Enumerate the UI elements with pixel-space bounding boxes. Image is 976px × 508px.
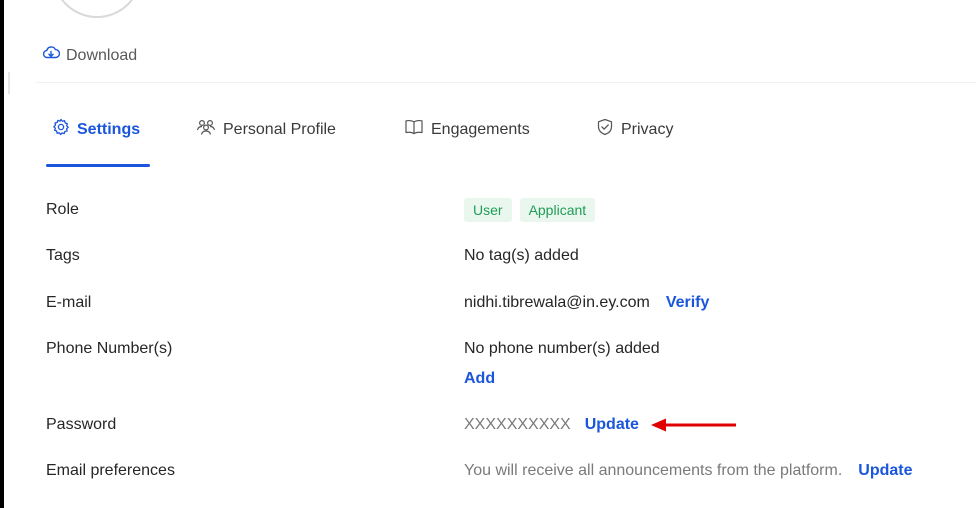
section-divider: [36, 82, 976, 83]
avatar: [52, 0, 142, 18]
tags-empty-text: No tag(s) added: [464, 247, 579, 264]
tab-engagements[interactable]: Engagements: [404, 118, 530, 141]
window-left-border: [0, 0, 4, 508]
password-value: XXXXXXXXXX Update: [464, 416, 639, 434]
email-preferences-text: You will receive all announcements from …: [464, 462, 843, 479]
role-value: User Applicant: [464, 198, 603, 222]
email-preferences-label: Email preferences: [46, 462, 175, 479]
book-icon: [404, 118, 424, 141]
download-button[interactable]: Download: [42, 44, 137, 67]
tab-personal-profile[interactable]: Personal Profile: [196, 118, 336, 141]
gear-icon: [52, 118, 70, 141]
update-password-link[interactable]: Update: [585, 416, 639, 434]
verify-email-link[interactable]: Verify: [666, 294, 710, 312]
users-icon: [196, 118, 216, 141]
email-preferences-value: You will receive all announcements from …: [464, 462, 913, 480]
role-tag-user: User: [464, 198, 512, 222]
tab-personal-profile-label: Personal Profile: [223, 120, 336, 138]
active-tab-indicator: [46, 164, 150, 167]
tab-settings[interactable]: Settings: [52, 118, 140, 141]
tab-settings-label: Settings: [77, 120, 141, 138]
tab-privacy[interactable]: Privacy: [596, 118, 673, 141]
role-tag-applicant: Applicant: [519, 198, 596, 222]
download-label: Download: [66, 46, 138, 64]
phone-value: No phone number(s) added: [464, 340, 660, 358]
phone-label: Phone Number(s): [46, 340, 173, 357]
password-label: Password: [46, 416, 117, 433]
sidebar-edge: [8, 72, 10, 94]
tab-privacy-label: Privacy: [621, 120, 674, 138]
password-masked: XXXXXXXXXX: [464, 416, 571, 433]
tags-label: Tags: [46, 247, 80, 264]
shield-check-icon: [596, 118, 614, 141]
email-address: nidhi.tibrewala@in.ey.com: [464, 294, 650, 311]
phone-empty-text: No phone number(s) added: [464, 340, 660, 357]
tags-value: No tag(s) added: [464, 247, 579, 265]
cloud-download-icon: [42, 44, 61, 67]
role-label: Role: [46, 201, 79, 218]
email-label: E-mail: [46, 294, 92, 311]
add-phone-link[interactable]: Add: [464, 370, 495, 388]
annotation-arrow-icon: [651, 418, 736, 432]
phone-add-row: Add: [464, 370, 495, 388]
update-email-preferences-link[interactable]: Update: [858, 462, 912, 480]
email-value: nidhi.tibrewala@in.ey.com Verify: [464, 294, 709, 312]
tab-engagements-label: Engagements: [431, 120, 530, 138]
